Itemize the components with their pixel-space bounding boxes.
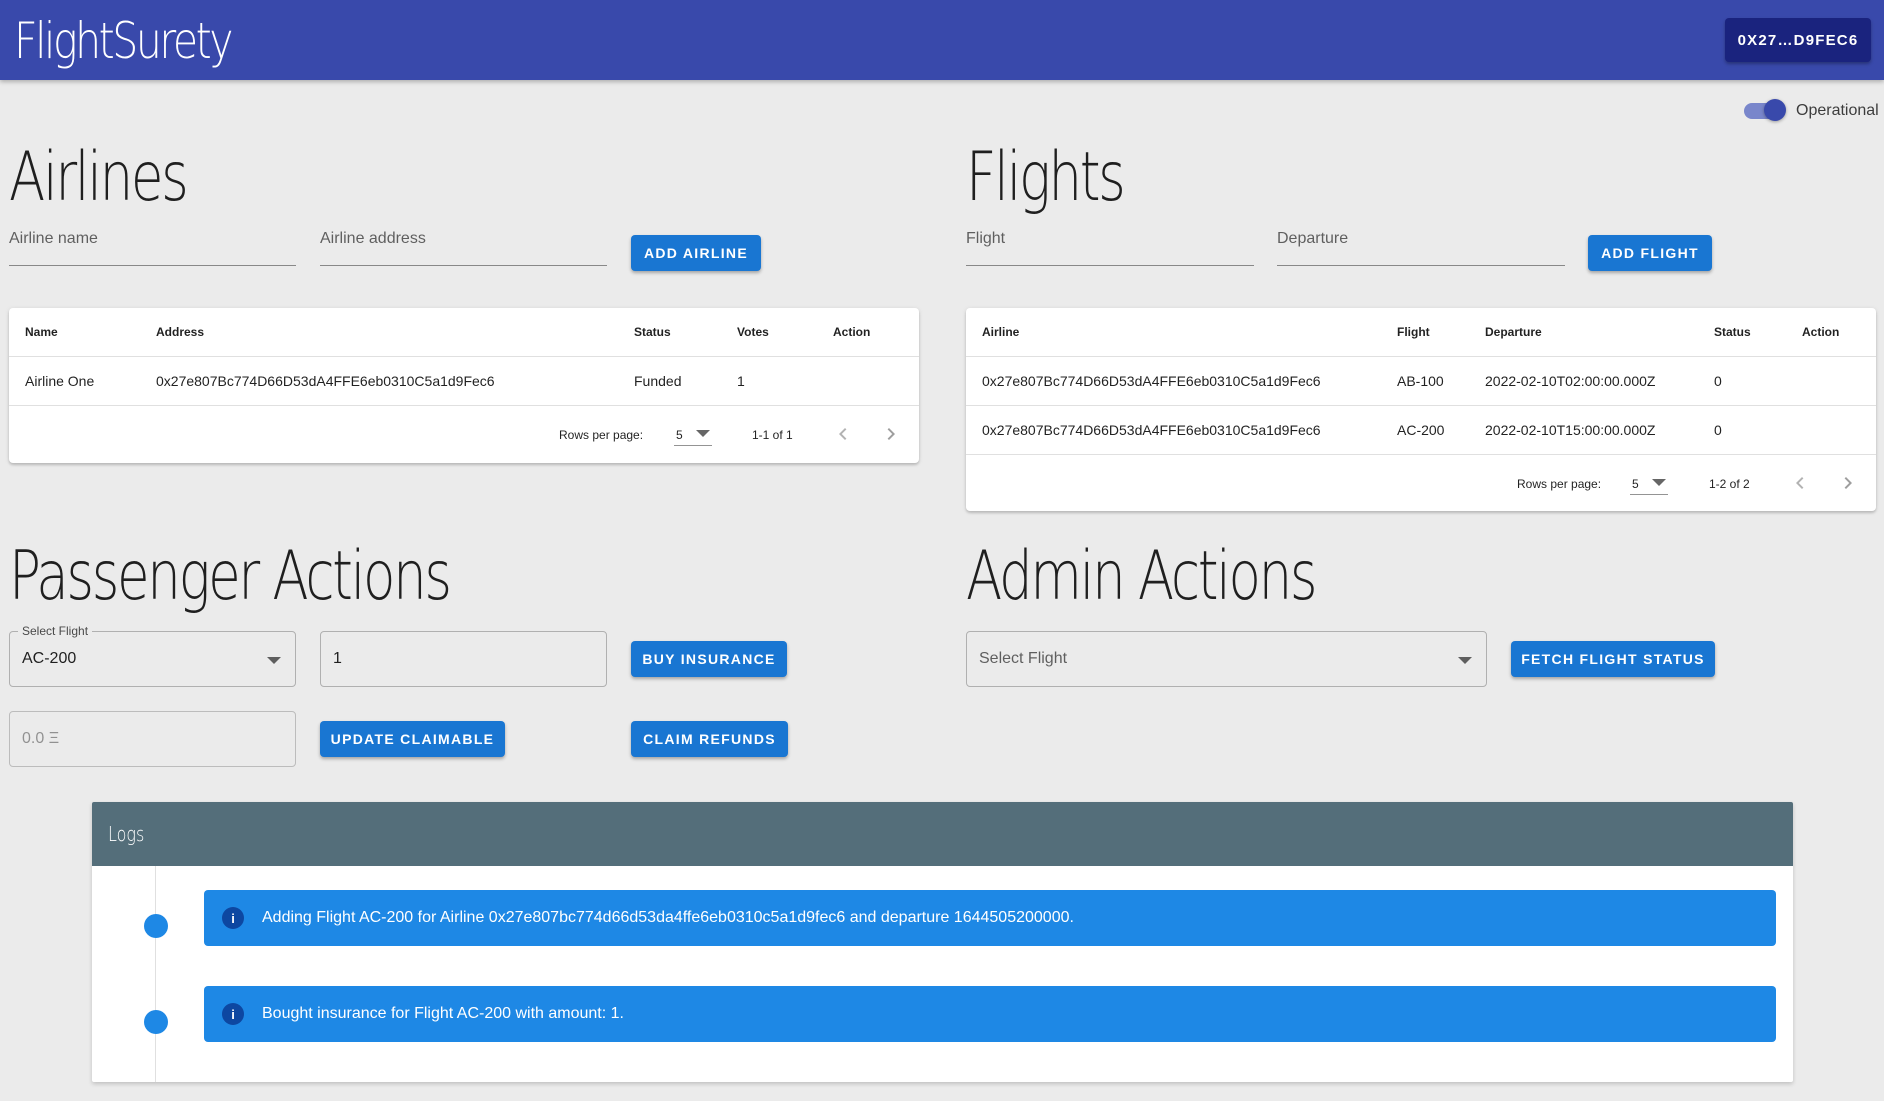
claim-refunds-button[interactable]: CLAIM REFUNDS bbox=[631, 721, 788, 757]
cell-status: Funded bbox=[618, 356, 721, 406]
log-entry: i Bought insurance for Flight AC-200 wit… bbox=[204, 986, 1776, 1042]
add-airline-button[interactable]: ADD AIRLINE bbox=[631, 235, 761, 271]
claimable-amount-value: 0.0 Ξ bbox=[22, 730, 60, 747]
passenger-flight-select[interactable]: Select Flight AC-200 bbox=[9, 624, 296, 687]
log-entry-text: Bought insurance for Flight AC-200 with … bbox=[262, 1005, 624, 1022]
cell-action bbox=[1786, 405, 1876, 455]
insurance-amount-input[interactable]: 1 bbox=[320, 631, 607, 687]
caret-down-icon bbox=[267, 657, 281, 664]
column-header-votes[interactable]: Votes bbox=[721, 308, 817, 357]
column-header-departure[interactable]: Departure bbox=[1469, 308, 1698, 357]
airline-address-field[interactable]: Airline address bbox=[320, 222, 607, 266]
airlines-table: Name Address Status Votes Action Airline… bbox=[9, 308, 919, 463]
logs-header: Logs bbox=[92, 802, 1793, 866]
cell-departure: 2022-02-10T15:00:00.000Z bbox=[1469, 405, 1698, 455]
log-entry: i Adding Flight AC-200 for Airline 0x27e… bbox=[204, 890, 1776, 946]
admin-flight-select[interactable]: Select Flight bbox=[966, 631, 1487, 687]
flights-heading: Flights bbox=[966, 138, 1126, 217]
logs-title: Logs bbox=[108, 822, 145, 846]
cell-action bbox=[1786, 356, 1876, 406]
switch-thumb[interactable] bbox=[1764, 99, 1786, 121]
column-header-action[interactable]: Action bbox=[817, 308, 919, 357]
caret-down-icon bbox=[1652, 478, 1666, 486]
table-header-row: Airline Flight Departure Status Action bbox=[966, 308, 1876, 357]
account-button[interactable]: 0X27…D9FEC6 bbox=[1725, 18, 1871, 62]
app-title: FlightSurety bbox=[14, 12, 234, 70]
cell-flight: AB-100 bbox=[1381, 356, 1469, 406]
cell-status: 0 bbox=[1698, 405, 1786, 455]
chevron-left-icon[interactable] bbox=[831, 422, 855, 446]
cell-name: Airline One bbox=[9, 356, 140, 406]
departure-field[interactable]: Departure bbox=[1277, 222, 1565, 266]
flight-placeholder: Flight bbox=[966, 230, 1006, 247]
rows-per-page-value: 5 bbox=[676, 427, 683, 442]
insurance-amount-value: 1 bbox=[333, 650, 342, 667]
logs-panel: Logs i Adding Flight AC-200 for Airline … bbox=[92, 802, 1793, 1082]
departure-placeholder: Departure bbox=[1277, 230, 1349, 247]
flight-field[interactable]: Flight bbox=[966, 222, 1254, 266]
flights-table: Airline Flight Departure Status Action 0… bbox=[966, 308, 1876, 511]
buy-insurance-button[interactable]: BUY INSURANCE bbox=[631, 641, 787, 677]
pagination-range: 1-2 of 2 bbox=[1709, 476, 1750, 491]
timeline-line bbox=[155, 866, 156, 1082]
table-pagination: Rows per page: 5 1-1 of 1 bbox=[9, 406, 919, 462]
chevron-right-icon[interactable] bbox=[879, 422, 903, 446]
chevron-right-icon[interactable] bbox=[1836, 471, 1860, 495]
rows-per-page-value: 5 bbox=[1632, 476, 1639, 491]
rows-per-page-select[interactable]: 5 bbox=[1630, 469, 1668, 495]
table-row: 0x27e807Bc774D66D53dA4FFE6eb0310C5a1d9Fe… bbox=[966, 356, 1876, 406]
selected-flight-value: AC-200 bbox=[22, 650, 77, 667]
pagination-range: 1-1 of 1 bbox=[752, 427, 793, 442]
passenger-actions-heading: Passenger Actions bbox=[9, 537, 452, 616]
chevron-left-icon[interactable] bbox=[1788, 471, 1812, 495]
operational-label: Operational bbox=[1796, 102, 1879, 119]
column-header-status[interactable]: Status bbox=[618, 308, 721, 357]
table-row: 0x27e807Bc774D66D53dA4FFE6eb0310C5a1d9Fe… bbox=[966, 405, 1876, 455]
column-header-status[interactable]: Status bbox=[1698, 308, 1786, 357]
table-pagination: Rows per page: 5 1-2 of 2 bbox=[966, 455, 1876, 511]
cell-airline: 0x27e807Bc774D66D53dA4FFE6eb0310C5a1d9Fe… bbox=[966, 405, 1381, 455]
admin-select-placeholder: Select Flight bbox=[979, 650, 1068, 667]
cell-votes: 1 bbox=[721, 356, 817, 406]
cell-status: 0 bbox=[1698, 356, 1786, 406]
rows-per-page-label: Rows per page: bbox=[559, 427, 644, 442]
cell-airline: 0x27e807Bc774D66D53dA4FFE6eb0310C5a1d9Fe… bbox=[966, 356, 1381, 406]
select-flight-legend: Select Flight bbox=[18, 624, 93, 638]
timeline-dot bbox=[144, 1010, 168, 1034]
log-entry-text: Adding Flight AC-200 for Airline 0x27e80… bbox=[262, 909, 1074, 926]
airline-name-field[interactable]: Airline name bbox=[9, 222, 296, 266]
operational-switch[interactable]: Operational bbox=[1744, 98, 1879, 124]
app-toolbar: FlightSurety 0X27…D9FEC6 bbox=[0, 0, 1884, 80]
cell-departure: 2022-02-10T02:00:00.000Z bbox=[1469, 356, 1698, 406]
rows-per-page-label: Rows per page: bbox=[1517, 476, 1602, 491]
table-row: Airline One 0x27e807Bc774D66D53dA4FFE6eb… bbox=[9, 356, 919, 406]
info-icon: i bbox=[222, 907, 244, 929]
column-header-name[interactable]: Name bbox=[9, 308, 140, 357]
cell-address: 0x27e807Bc774D66D53dA4FFE6eb0310C5a1d9Fe… bbox=[140, 356, 618, 406]
info-icon: i bbox=[222, 1003, 244, 1025]
column-header-flight[interactable]: Flight bbox=[1381, 308, 1469, 357]
timeline-dot bbox=[144, 914, 168, 938]
caret-down-icon bbox=[1458, 657, 1472, 664]
column-header-action[interactable]: Action bbox=[1786, 308, 1876, 357]
update-claimable-button[interactable]: UPDATE CLAIMABLE bbox=[320, 721, 505, 757]
table-header-row: Name Address Status Votes Action bbox=[9, 308, 919, 357]
airlines-heading: Airlines bbox=[9, 138, 189, 217]
cell-flight: AC-200 bbox=[1381, 405, 1469, 455]
claimable-amount-field: 0.0 Ξ bbox=[9, 711, 296, 767]
fetch-flight-status-button[interactable]: FETCH FLIGHT STATUS bbox=[1511, 641, 1715, 677]
rows-per-page-select[interactable]: 5 bbox=[674, 420, 712, 446]
airline-name-placeholder: Airline name bbox=[9, 230, 98, 247]
cell-action bbox=[817, 356, 919, 406]
caret-down-icon bbox=[696, 429, 710, 437]
switch-track[interactable] bbox=[1744, 99, 1786, 121]
add-flight-button[interactable]: ADD FLIGHT bbox=[1588, 235, 1712, 271]
airline-address-placeholder: Airline address bbox=[320, 230, 426, 247]
column-header-address[interactable]: Address bbox=[140, 308, 618, 357]
admin-actions-heading: Admin Actions bbox=[966, 537, 1318, 616]
column-header-airline[interactable]: Airline bbox=[966, 308, 1381, 357]
